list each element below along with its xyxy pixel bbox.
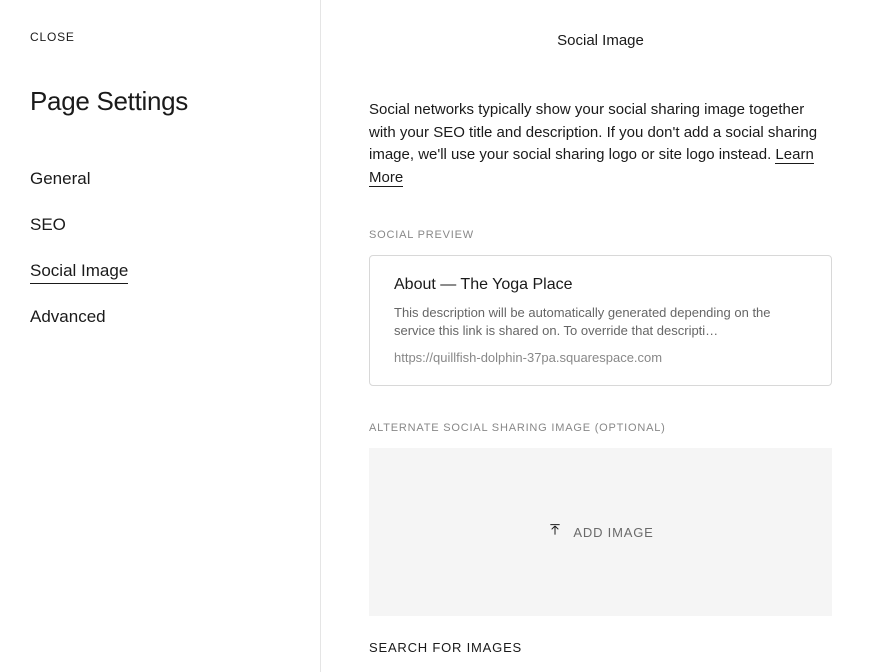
preview-url: https://quillfish-dolphin-37pa.squarespa… xyxy=(394,350,807,365)
nav-list: General SEO Social Image Advanced xyxy=(30,161,290,335)
main-content: Social Image Social networks typically s… xyxy=(321,0,880,672)
nav-item-label: SEO xyxy=(30,215,66,234)
alternate-image-label: ALTERNATE SOCIAL SHARING IMAGE (OPTIONAL… xyxy=(369,422,832,434)
sidebar: CLOSE Page Settings General SEO Social I… xyxy=(0,0,321,672)
main-header-title: Social Image xyxy=(369,32,832,49)
preview-title: About — The Yoga Place xyxy=(394,276,807,294)
nav-item-label: Advanced xyxy=(30,307,106,326)
social-preview-label: SOCIAL PREVIEW xyxy=(369,229,832,241)
nav-item-social-image[interactable]: Social Image xyxy=(30,253,290,289)
nav-item-label: Social Image xyxy=(30,261,128,284)
description-text: Social networks typically show your soci… xyxy=(369,99,832,189)
upload-content: ADD IMAGE xyxy=(547,522,653,543)
page-title: Page Settings xyxy=(30,86,290,117)
nav-item-label: General xyxy=(30,169,90,188)
upload-icon xyxy=(547,522,563,543)
main-header: Social Image xyxy=(369,0,832,99)
search-for-images-button[interactable]: SEARCH FOR IMAGES xyxy=(369,640,832,672)
description-body: Social networks typically show your soci… xyxy=(369,101,817,163)
nav-item-general[interactable]: General xyxy=(30,161,290,197)
add-image-area[interactable]: ADD IMAGE xyxy=(369,448,832,616)
add-image-label: ADD IMAGE xyxy=(573,525,653,540)
social-preview-card: About — The Yoga Place This description … xyxy=(369,255,832,386)
nav-item-advanced[interactable]: Advanced xyxy=(30,299,290,335)
preview-description: This description will be automatically g… xyxy=(394,304,807,340)
close-button[interactable]: CLOSE xyxy=(30,30,290,44)
nav-item-seo[interactable]: SEO xyxy=(30,207,290,243)
